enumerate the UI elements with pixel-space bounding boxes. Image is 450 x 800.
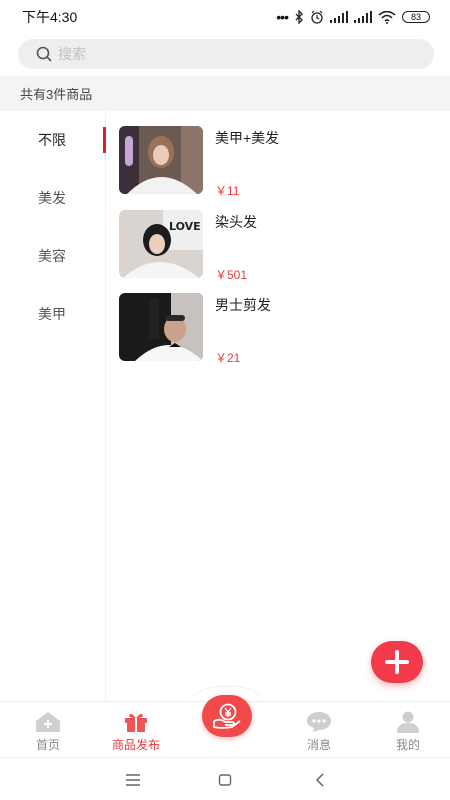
- product-name: 男士剪发: [215, 297, 271, 313]
- category-item-hair[interactable]: 美发: [0, 183, 106, 213]
- center-action-button[interactable]: [202, 695, 252, 737]
- search-icon: [36, 46, 52, 62]
- user-icon: [397, 711, 419, 733]
- search-bar[interactable]: [18, 39, 434, 69]
- product-thumbnail: [119, 126, 203, 194]
- category-item-nails[interactable]: 美甲: [0, 299, 106, 329]
- product-thumbnail: [119, 293, 203, 361]
- home-square-icon[interactable]: [215, 770, 235, 790]
- tab-label: 我的: [395, 738, 420, 752]
- product-card[interactable]: 男士剪发 ￥21: [119, 293, 439, 365]
- dots-icon: •••: [276, 9, 289, 25]
- tab-label: 商品发布: [111, 738, 160, 752]
- category-label: 美甲: [38, 306, 66, 322]
- status-time: 下午4:30: [22, 9, 78, 25]
- product-name: 染头发: [215, 214, 257, 230]
- product-name: 美甲+美发: [215, 130, 280, 146]
- product-price: ￥11: [215, 184, 240, 198]
- status-icons: ••• 83: [276, 9, 430, 25]
- product-thumbnail: LOVE: [119, 210, 203, 278]
- tab-label: 首页: [35, 738, 60, 752]
- gift-icon: [125, 713, 147, 732]
- product-price: ￥501: [215, 268, 248, 282]
- tab-home[interactable]: 首页: [8, 702, 88, 758]
- home-add-icon: [36, 712, 60, 732]
- plus-icon: [385, 650, 409, 674]
- search-input[interactable]: [58, 46, 378, 62]
- tab-messages[interactable]: 消息: [279, 702, 359, 758]
- status-bar: 下午4:30 ••• 83: [0, 0, 450, 34]
- svg-text:LOVE: LOVE: [169, 220, 201, 233]
- product-price: ￥21: [215, 351, 241, 365]
- category-label: 不限: [38, 132, 66, 148]
- tab-label: 消息: [306, 738, 331, 752]
- product-count-text: 共有3件商品: [20, 87, 93, 102]
- cell-signal-icon: [330, 11, 348, 23]
- battery-icon: 83: [402, 11, 430, 23]
- back-icon[interactable]: [310, 770, 330, 790]
- menu-icon[interactable]: [123, 770, 143, 790]
- category-item-beauty[interactable]: 美容: [0, 241, 106, 271]
- add-product-button[interactable]: [371, 641, 423, 683]
- category-label: 美容: [38, 248, 66, 264]
- system-nav-bar: [0, 757, 450, 800]
- category-label: 美发: [38, 190, 66, 206]
- cell-signal-hd-icon: [354, 11, 372, 23]
- yuan-hand-icon: [213, 703, 241, 729]
- product-card[interactable]: 美甲+美发 ￥11: [119, 126, 439, 198]
- tab-publish[interactable]: 商品发布: [96, 702, 176, 758]
- product-list: 美甲+美发 ￥11 LOVE 染头发 ￥501 男士剪发 ￥21: [107, 111, 450, 701]
- product-card[interactable]: LOVE 染头发 ￥501: [119, 210, 439, 282]
- product-count-bar: 共有3件商品: [0, 76, 450, 111]
- category-sidebar: 不限 美发 美容 美甲: [0, 111, 106, 701]
- chat-icon: [307, 712, 331, 732]
- tab-profile[interactable]: 我的: [368, 702, 448, 758]
- alarm-icon: [311, 10, 323, 24]
- wifi-icon: [378, 10, 396, 24]
- category-item-all[interactable]: 不限: [0, 125, 106, 155]
- bluetooth-icon: [295, 10, 303, 24]
